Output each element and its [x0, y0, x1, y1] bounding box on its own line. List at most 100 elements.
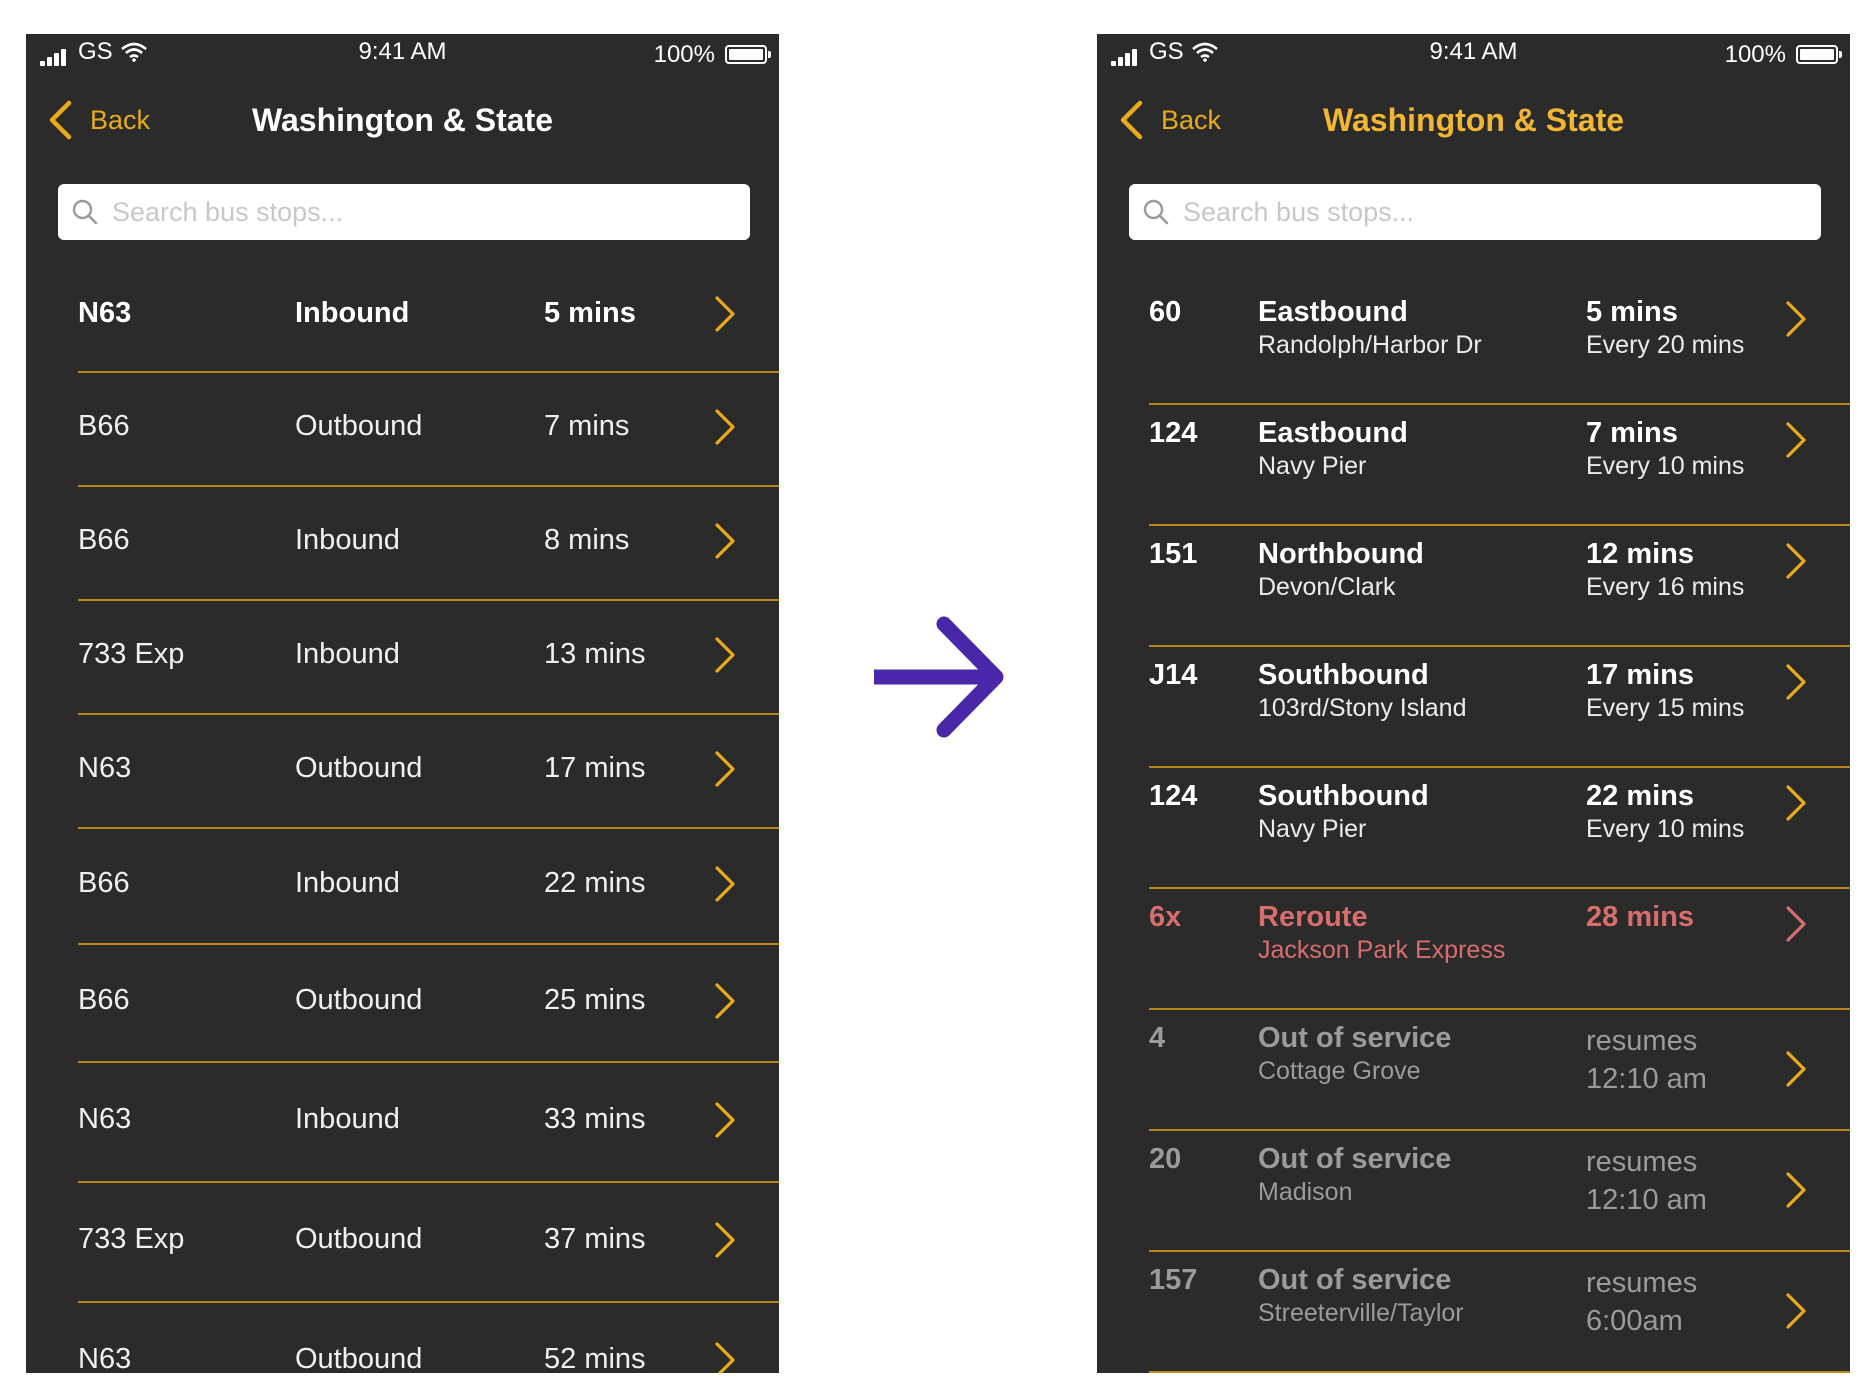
chevron-right-icon — [715, 1102, 735, 1138]
route-number: N63 — [78, 752, 132, 784]
route-number: 20 — [1149, 1143, 1182, 1175]
search-input[interactable] — [112, 196, 682, 228]
arrival-time: 17 mins — [1586, 659, 1694, 691]
route-number: 124 — [1149, 417, 1198, 449]
route-number: 4 — [1149, 1022, 1166, 1054]
chevron-right-icon — [1786, 664, 1806, 700]
arrival-time: 22 mins — [1586, 780, 1694, 812]
search-bar[interactable] — [1129, 184, 1821, 240]
direction: Outbound — [295, 984, 423, 1016]
route-status: Out of service — [1258, 1022, 1452, 1054]
bus-row[interactable]: N63 Outbound 17 mins — [26, 715, 779, 829]
route-status: Southbound — [1258, 659, 1429, 691]
chevron-right-icon — [1786, 906, 1806, 942]
chevron-right-icon — [715, 983, 735, 1019]
bus-row[interactable]: 4 Out of service Cottage Grove resumes 12:1… — [1097, 1010, 1850, 1131]
search-bar[interactable] — [58, 184, 750, 240]
bus-row[interactable]: 6x Reroute Jackson Park Express 28 mins — [1097, 889, 1850, 1010]
direction: Outbound — [295, 410, 423, 442]
route-status: Northbound — [1258, 538, 1424, 570]
destination: Navy Pier — [1258, 815, 1367, 843]
chevron-right-icon — [715, 866, 735, 902]
frequency: Every 10 mins — [1586, 452, 1745, 480]
arrival-time: 25 mins — [544, 984, 646, 1016]
arrival-time: 5 mins — [544, 297, 636, 329]
direction: Inbound — [295, 297, 410, 329]
route-number: 60 — [1149, 296, 1182, 328]
direction: Inbound — [295, 638, 400, 670]
route-number: N63 — [78, 297, 132, 329]
arrival-time: 33 mins — [544, 1103, 646, 1135]
bus-row[interactable]: 20 Out of service Madison resumes 12:10 am — [1097, 1131, 1850, 1252]
chevron-right-icon — [715, 637, 735, 673]
bus-row[interactable]: B66 Outbound 7 mins — [26, 373, 779, 487]
chevron-right-icon — [1786, 1293, 1806, 1329]
bus-row[interactable]: 733 Exp Inbound 13 mins — [26, 601, 779, 715]
arrival-time: 8 mins — [544, 524, 630, 556]
bus-row[interactable]: 124 Eastbound Navy Pier 7 mins Every 10 mins — [1097, 405, 1850, 526]
arrival-time: 22 mins — [544, 867, 646, 899]
frequency: Every 15 mins — [1586, 694, 1745, 722]
destination: 103rd/Stony Island — [1258, 694, 1467, 722]
bus-row[interactable]: N63 Inbound 33 mins — [26, 1063, 779, 1183]
phone-screen-after: GS 9:41 AM 100% Back Washington & State … — [1097, 34, 1850, 1373]
resume-time: resumes 12:10 am — [1586, 1025, 1707, 1095]
chevron-right-icon — [1786, 301, 1806, 337]
chevron-right-icon — [715, 1342, 735, 1373]
search-icon — [72, 199, 98, 225]
direction: Inbound — [295, 867, 400, 899]
route-number: 124 — [1149, 780, 1198, 812]
row-divider — [1149, 1371, 1850, 1373]
chevron-right-icon — [715, 751, 735, 787]
chevron-right-icon — [715, 1222, 735, 1258]
chevron-right-icon — [1786, 785, 1806, 821]
route-number: B66 — [78, 410, 130, 442]
resume-time: resumes 6:00am — [1586, 1267, 1698, 1337]
destination: Madison — [1258, 1178, 1353, 1206]
destination: Streeterville/Taylor — [1258, 1299, 1464, 1327]
route-number: 157 — [1149, 1264, 1198, 1296]
frequency: Every 20 mins — [1586, 331, 1745, 359]
battery-icon — [1796, 45, 1842, 64]
arrival-time: 13 mins — [544, 638, 646, 670]
route-number: B66 — [78, 984, 130, 1016]
battery-percent: 100% — [1724, 41, 1786, 68]
arrival-time: 7 mins — [1586, 417, 1678, 449]
route-number: 733 Exp — [78, 638, 185, 670]
bus-row[interactable]: 733 Exp Outbound 37 mins — [26, 1183, 779, 1303]
bus-row[interactable]: N63 Outbound 52 mins — [26, 1303, 779, 1373]
route-status: Reroute — [1258, 901, 1368, 933]
destination: Navy Pier — [1258, 452, 1367, 480]
nav-bar: Back Washington & State — [1097, 88, 1850, 152]
bus-row[interactable]: B66 Inbound 8 mins — [26, 487, 779, 601]
direction: Outbound — [295, 1223, 423, 1255]
route-status: Out of service — [1258, 1264, 1452, 1296]
route-number: B66 — [78, 524, 130, 556]
route-number: N63 — [78, 1343, 132, 1373]
resume-time: resumes 12:10 am — [1586, 1146, 1707, 1216]
frequency: Every 10 mins — [1586, 815, 1745, 843]
bus-row[interactable]: 60 Eastbound Randolph/Harbor Dr 5 mins Every… — [1097, 284, 1850, 405]
bus-row[interactable]: J14 Southbound 103rd/Stony Island 17 mins Ev… — [1097, 647, 1850, 768]
search-icon — [1143, 199, 1169, 225]
bus-row[interactable]: 157 Out of service Streeterville/Taylor res… — [1097, 1252, 1850, 1373]
bus-row[interactable]: 124 Southbound Navy Pier 22 mins Every 10 mi… — [1097, 768, 1850, 889]
bus-row[interactable]: 151 Northbound Devon/Clark 12 mins Every 16 … — [1097, 526, 1850, 647]
direction: Inbound — [295, 524, 400, 556]
bus-row[interactable]: N63 Inbound 5 mins — [26, 269, 779, 373]
status-bar: GS 9:41 AM 100% — [26, 34, 779, 74]
arrival-time: 7 mins — [544, 410, 630, 442]
arrival-time: 52 mins — [544, 1343, 646, 1373]
chevron-right-icon — [1786, 422, 1806, 458]
bus-row[interactable]: B66 Outbound 25 mins — [26, 945, 779, 1063]
destination: Cottage Grove — [1258, 1057, 1421, 1085]
direction: Outbound — [295, 752, 423, 784]
arrival-time: 37 mins — [544, 1223, 646, 1255]
page-title: Washington & State — [251, 102, 554, 138]
arrival-time: 12 mins — [1586, 538, 1694, 570]
route-number: 6x — [1149, 901, 1182, 933]
direction: Inbound — [295, 1103, 400, 1135]
battery-icon — [725, 45, 771, 64]
bus-row[interactable]: B66 Inbound 22 mins — [26, 829, 779, 945]
search-input[interactable] — [1183, 196, 1753, 228]
